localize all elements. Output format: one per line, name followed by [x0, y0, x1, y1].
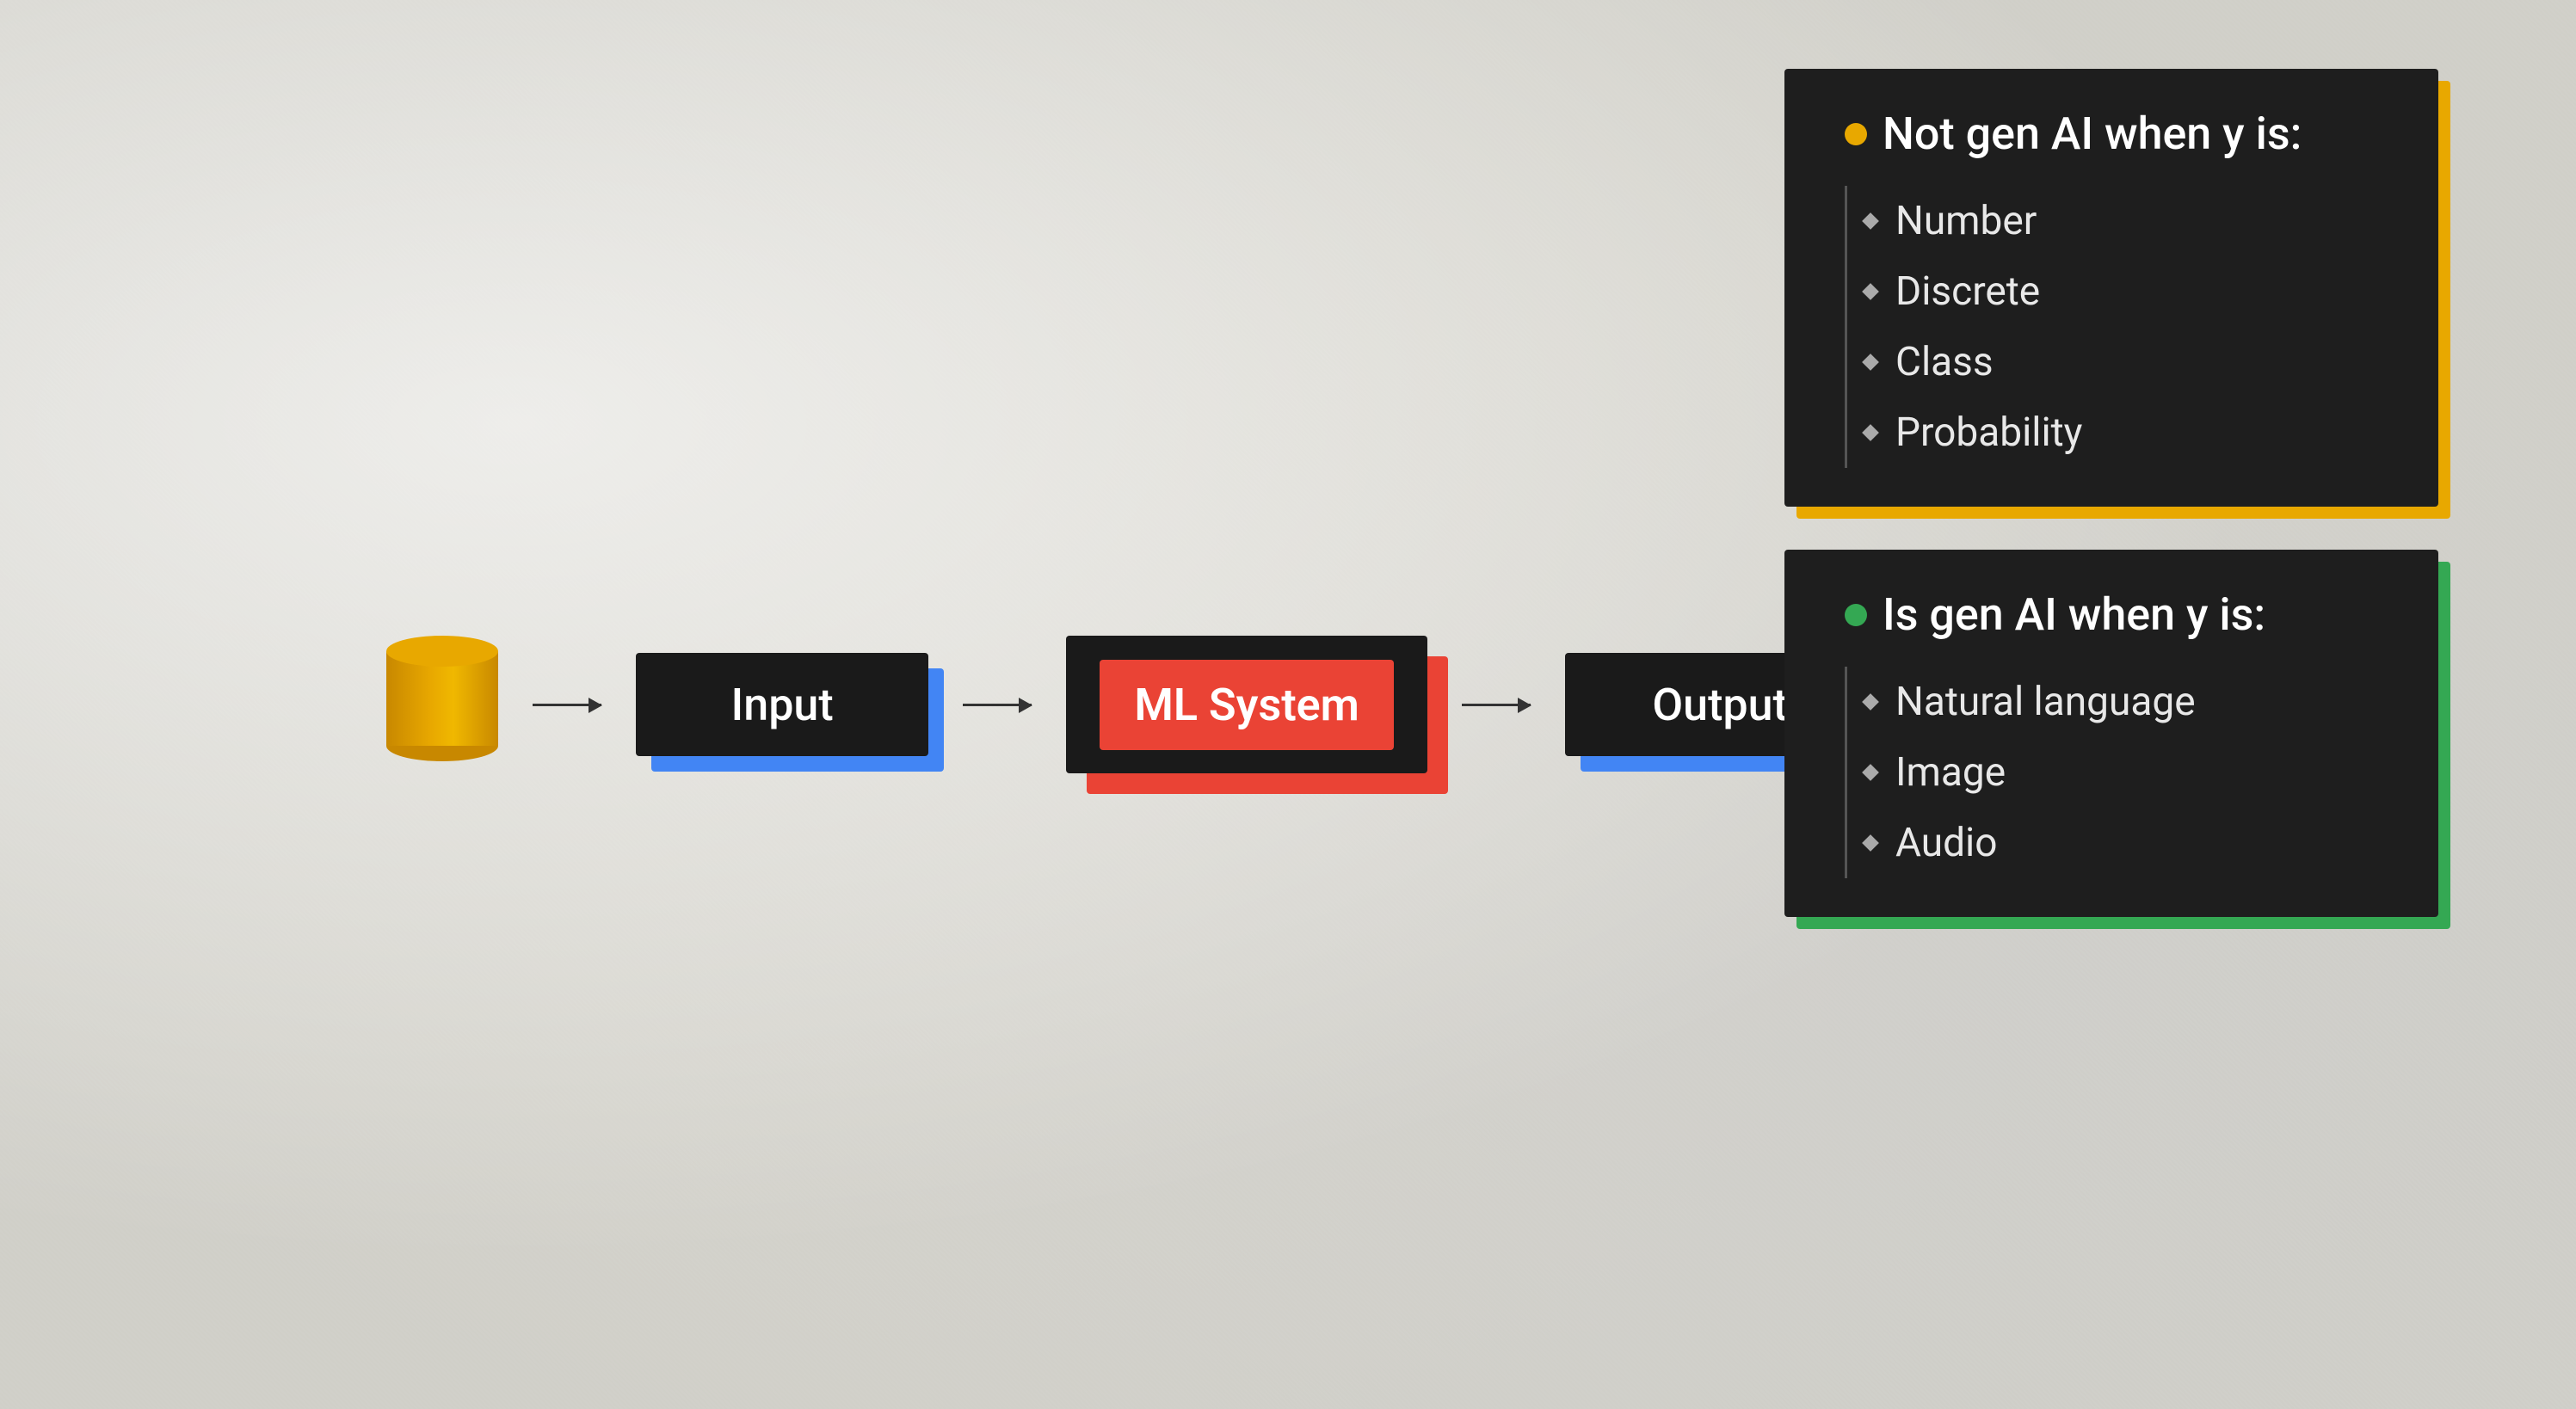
is-gen-ai-card: Is gen AI when y is: Natural language Im… — [1784, 550, 2438, 917]
diamond-icon — [1862, 354, 1879, 371]
diamond-icon — [1862, 693, 1879, 711]
is-gen-ai-card-body: Is gen AI when y is: Natural language Im… — [1784, 550, 2438, 917]
database-icon — [386, 636, 498, 773]
is-gen-ai-title-text: Is gen AI when y is: — [1883, 588, 2265, 641]
input-box: Input — [636, 653, 928, 756]
green-dot-icon — [1845, 604, 1867, 626]
diamond-icon — [1862, 834, 1879, 852]
not-gen-ai-card: Not gen AI when y is: Number Discrete Cl… — [1784, 69, 2438, 507]
list-item: Image — [1864, 737, 2391, 808]
list-item-text: Class — [1895, 339, 1994, 385]
input-box-container: Input — [636, 653, 928, 756]
list-item-text: Number — [1895, 198, 2037, 244]
input-label: Input — [731, 679, 834, 731]
diamond-icon — [1862, 212, 1879, 230]
not-gen-ai-list: Number Discrete Class Probability — [1845, 186, 2391, 468]
arrow-1 — [533, 704, 601, 706]
list-item: Number — [1864, 186, 2391, 256]
not-gen-ai-card-body: Not gen AI when y is: Number Discrete Cl… — [1784, 69, 2438, 507]
not-gen-ai-title: Not gen AI when y is: — [1845, 108, 2391, 160]
diamond-icon — [1862, 283, 1879, 300]
not-gen-ai-title-text: Not gen AI when y is: — [1883, 108, 2302, 160]
list-item: Natural language — [1864, 667, 2391, 737]
list-item-text: Image — [1895, 749, 2006, 796]
output-label: Output — [1652, 679, 1788, 731]
list-item-text: Natural language — [1895, 679, 2196, 725]
list-item: Discrete — [1864, 256, 2391, 327]
diamond-icon — [1862, 764, 1879, 781]
list-item-text: Probability — [1895, 409, 2082, 456]
list-item-text: Discrete — [1895, 268, 2040, 315]
arrow-3 — [1462, 704, 1531, 706]
list-item: Audio — [1864, 808, 2391, 878]
arrow-2 — [963, 704, 1032, 706]
yellow-dot-icon — [1845, 123, 1867, 145]
ml-system-box-container: ML System — [1066, 636, 1427, 773]
diamond-icon — [1862, 424, 1879, 441]
is-gen-ai-list: Natural language Image Audio — [1845, 667, 2391, 878]
ml-system-text: ML System — [1134, 679, 1359, 731]
info-cards-area: Not gen AI when y is: Number Discrete Cl… — [1784, 69, 2438, 917]
list-item: Class — [1864, 327, 2391, 397]
is-gen-ai-title: Is gen AI when y is: — [1845, 588, 2391, 641]
ml-system-outer-box: ML System — [1066, 636, 1427, 773]
ml-system-label: ML System — [1100, 660, 1393, 750]
list-item: Probability — [1864, 397, 2391, 468]
diagram-flow: Input ML System Output — [386, 636, 1875, 773]
list-item-text: Audio — [1895, 820, 1997, 866]
